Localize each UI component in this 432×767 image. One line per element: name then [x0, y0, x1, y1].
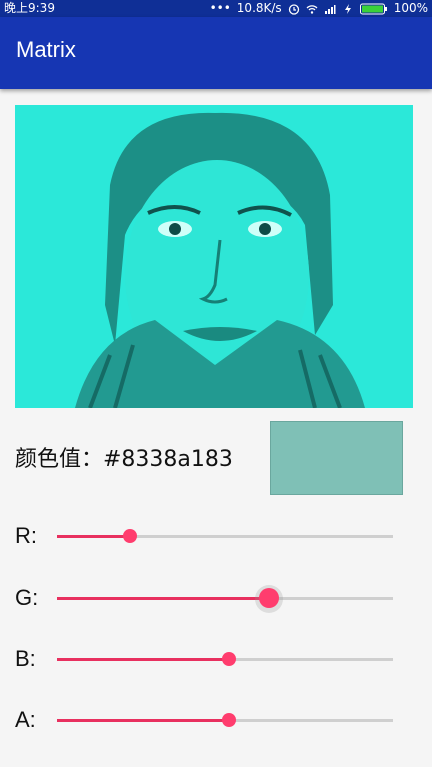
slider-r-track[interactable]: [57, 529, 393, 543]
color-swatch: [270, 421, 403, 495]
charging-icon: [344, 3, 351, 14]
status-dots: •••: [209, 1, 231, 15]
color-value-label: 颜色值：#8338a183: [15, 447, 233, 472]
slider-b-label: B:: [15, 646, 36, 671]
slider-b: B:: [15, 639, 400, 679]
status-time: 晚上9:39: [4, 1, 55, 15]
slider-r-thumb[interactable]: [123, 529, 137, 543]
slider-g-track[interactable]: [57, 585, 393, 613]
slider-a-track[interactable]: [57, 713, 393, 727]
battery-icon: [359, 3, 387, 14]
app-title: Matrix: [16, 37, 76, 62]
slider-g: G:: [15, 578, 400, 618]
alarm-icon: [288, 3, 299, 15]
slider-a-label: A:: [15, 707, 36, 732]
portrait-illustration: [15, 105, 413, 409]
slider-b-track[interactable]: [57, 652, 393, 666]
network-speed: 10.8K/s: [236, 1, 282, 15]
slider-g-thumb[interactable]: [259, 588, 279, 608]
status-indicators: ••• 10.8K/s 100%: [210, 0, 428, 17]
slider-a-fill: [57, 719, 229, 722]
slider-r: R:: [15, 516, 400, 556]
face-photo: [15, 105, 413, 409]
slider-g-label: G:: [15, 585, 39, 610]
slider-r-fill: [57, 535, 130, 538]
wifi-icon: [306, 4, 318, 14]
battery-percent: 100%: [393, 1, 428, 15]
slider-a: A:: [15, 700, 400, 740]
slider-r-label: R:: [15, 523, 37, 548]
slider-b-fill: [57, 658, 229, 661]
app-bar: Matrix: [0, 17, 432, 89]
status-bar: 晚上9:39 ••• 10.8K/s 100%: [0, 0, 432, 17]
slider-a-thumb[interactable]: [222, 713, 236, 727]
slider-b-thumb[interactable]: [222, 652, 236, 666]
slider-g-fill: [57, 597, 269, 600]
signal-icon: [324, 4, 336, 14]
